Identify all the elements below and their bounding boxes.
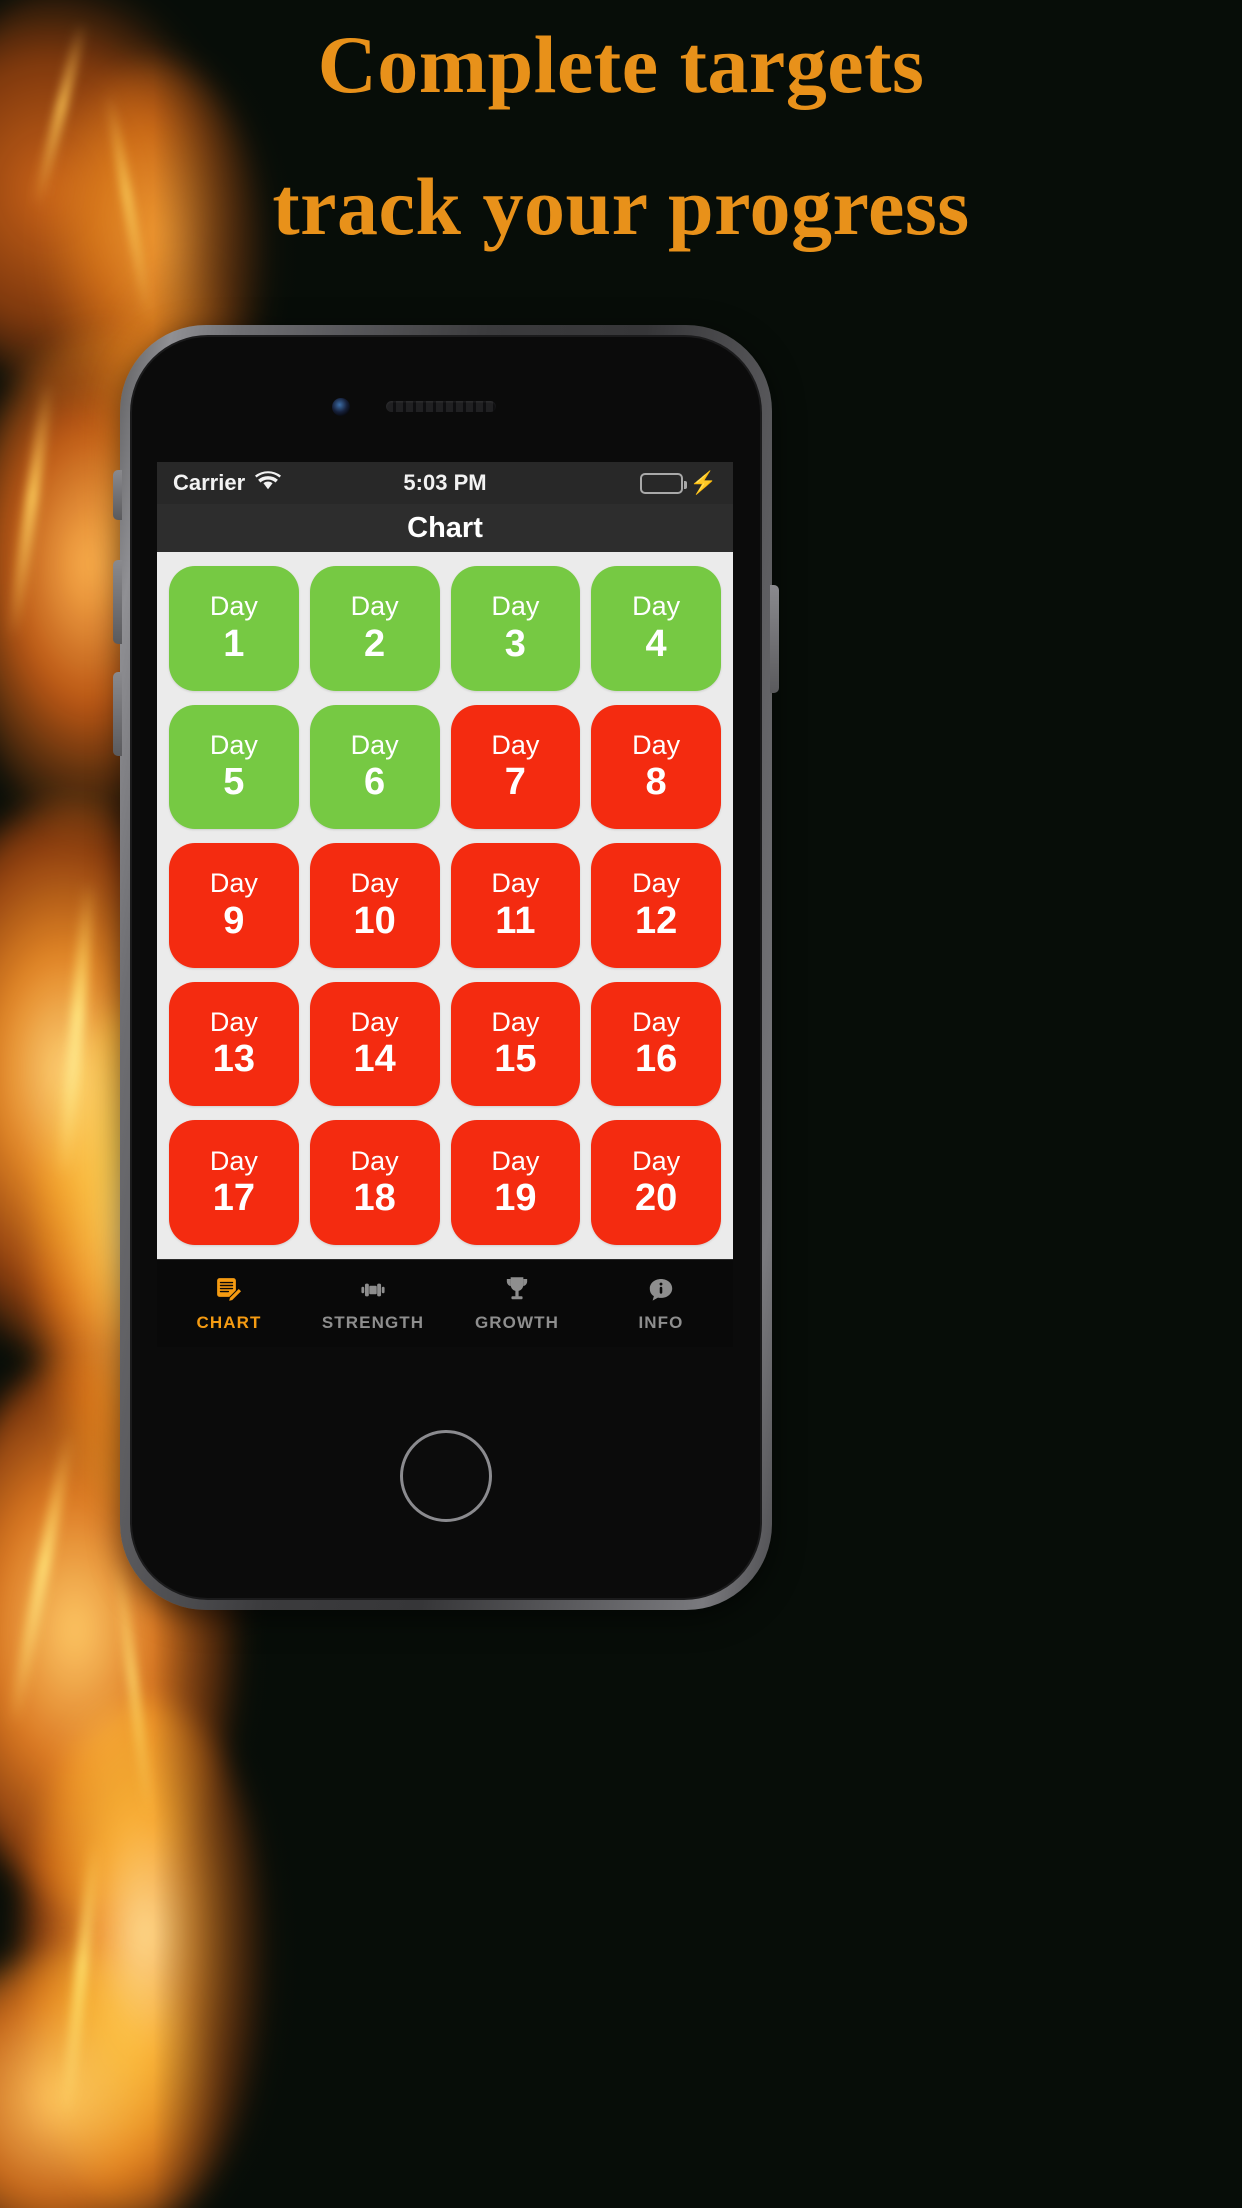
day-tile[interactable]: Day 2 (309, 566, 440, 691)
status-bar: Carrier 5:03 PM ⚡ (157, 462, 733, 504)
nav-bar: Chart (157, 504, 733, 552)
day-tile-number: 1 (223, 622, 245, 665)
day-tile[interactable]: Day 5 (169, 704, 299, 830)
day-tile-word: Day (632, 868, 681, 899)
day-tile[interactable]: Day 11 (450, 843, 581, 968)
tab-label: INFO (638, 1312, 684, 1332)
status-bar-right: ⚡ (639, 470, 717, 495)
phone-silent-switch (113, 470, 122, 520)
phone-volume-up-button (113, 560, 122, 644)
phone-volume-down-button (113, 672, 122, 756)
phone-earpiece-speaker (386, 401, 496, 412)
day-tile-number: 16 (634, 1038, 678, 1081)
day-tile-number: 9 (223, 899, 245, 942)
tab-label: STRENGTH (321, 1312, 425, 1332)
trophy-icon (503, 1275, 531, 1305)
day-tile-word: Day (632, 1006, 681, 1037)
day-tile[interactable]: Day 3 (450, 566, 581, 691)
day-tile[interactable]: Day 17 (169, 1120, 299, 1245)
day-tile-word: Day (491, 868, 540, 899)
day-tile-number: 13 (212, 1038, 256, 1081)
day-tile-number: 3 (504, 622, 526, 665)
day-tile-number: 2 (364, 622, 386, 665)
day-tile-number: 6 (364, 761, 386, 804)
day-tile-number: 14 (353, 1038, 396, 1081)
phone-home-button (400, 1430, 492, 1522)
notepad-edit-icon (214, 1275, 244, 1305)
day-tile-word: Day (491, 591, 540, 622)
day-tile[interactable]: Day 12 (591, 843, 721, 968)
day-tile-word: Day (209, 591, 258, 622)
day-tile[interactable]: Day 16 (591, 981, 721, 1107)
tab-info[interactable]: INFO (589, 1260, 733, 1347)
battery-icon (639, 472, 687, 494)
day-tile-number: 18 (353, 1176, 396, 1219)
phone-front-camera (332, 398, 350, 416)
day-tile-word: Day (491, 729, 540, 760)
day-tile-number: 15 (494, 1038, 537, 1081)
day-tile-word: Day (209, 1006, 258, 1037)
day-tile-word: Day (350, 1006, 399, 1037)
day-tile-word: Day (491, 1145, 540, 1176)
phone-power-button (770, 585, 779, 693)
wifi-icon (255, 470, 282, 496)
status-bar-left: Carrier (173, 470, 282, 496)
day-tile[interactable]: Day 19 (450, 1120, 581, 1245)
day-tile[interactable]: Day 18 (309, 1120, 440, 1245)
day-tile-number: 12 (634, 899, 678, 942)
day-tile-word: Day (350, 729, 399, 760)
tab-chart[interactable]: CHART (157, 1260, 301, 1347)
day-tile-word: Day (350, 1145, 399, 1176)
phone-screen: Carrier 5:03 PM ⚡ Chart Day 1 Day 2 Day 3 Day 4… (157, 462, 733, 1347)
day-tile-word: Day (209, 729, 258, 760)
tab-bar: CHART STRENGTH GROWTH INFO (157, 1259, 733, 1347)
lightning-bolt-icon: ⚡ (689, 470, 717, 495)
day-tile-number: 7 (504, 761, 526, 804)
day-tile-word: Day (632, 729, 681, 760)
day-tile[interactable]: Day 14 (309, 981, 440, 1107)
tab-strength[interactable]: STRENGTH (301, 1260, 445, 1347)
day-tile-word: Day (209, 1145, 258, 1176)
day-tile-number: 19 (494, 1176, 537, 1219)
day-tile-number: 8 (645, 761, 667, 804)
tab-growth[interactable]: GROWTH (445, 1260, 589, 1347)
day-tile-word: Day (491, 1006, 540, 1037)
headline-line-1: Complete targets (317, 19, 925, 110)
day-tile-number: 11 (495, 899, 536, 942)
tab-label: GROWTH (474, 1312, 560, 1332)
day-tile-word: Day (632, 1145, 681, 1176)
carrier-label: Carrier (173, 470, 246, 495)
day-tile-word: Day (632, 591, 681, 622)
day-tile-number: 20 (634, 1176, 678, 1219)
headline-line-2: track your progress (272, 161, 970, 252)
day-tile[interactable]: Day 20 (591, 1120, 721, 1245)
day-tile-word: Day (350, 868, 399, 899)
day-tile[interactable]: Day 6 (309, 704, 440, 830)
day-tile[interactable]: Day 4 (591, 566, 721, 691)
day-tile[interactable]: Day 9 (169, 843, 299, 968)
day-tile-word: Day (350, 591, 399, 622)
day-tile-number: 5 (223, 761, 245, 804)
info-bubble-icon (647, 1275, 675, 1305)
day-tile[interactable]: Day 10 (309, 843, 440, 968)
day-tile[interactable]: Day 15 (450, 981, 581, 1107)
day-tile[interactable]: Day 13 (169, 981, 299, 1107)
tab-label: CHART (196, 1312, 262, 1332)
day-tile-number: 17 (212, 1176, 256, 1219)
dumbbell-icon (358, 1275, 388, 1305)
day-tile-word: Day (209, 868, 258, 899)
day-grid: Day 1 Day 2 Day 3 Day 4 Day 5 Day 6 Day 7 Day 8 Day 9 Day 1… (157, 552, 733, 1259)
page-title: Chart (407, 511, 483, 544)
day-tile[interactable]: Day 8 (591, 704, 721, 830)
day-tile[interactable]: Day 7 (450, 704, 581, 830)
day-tile-number: 10 (353, 899, 396, 942)
day-tile-number: 4 (645, 622, 667, 665)
day-tile[interactable]: Day 1 (169, 566, 299, 691)
